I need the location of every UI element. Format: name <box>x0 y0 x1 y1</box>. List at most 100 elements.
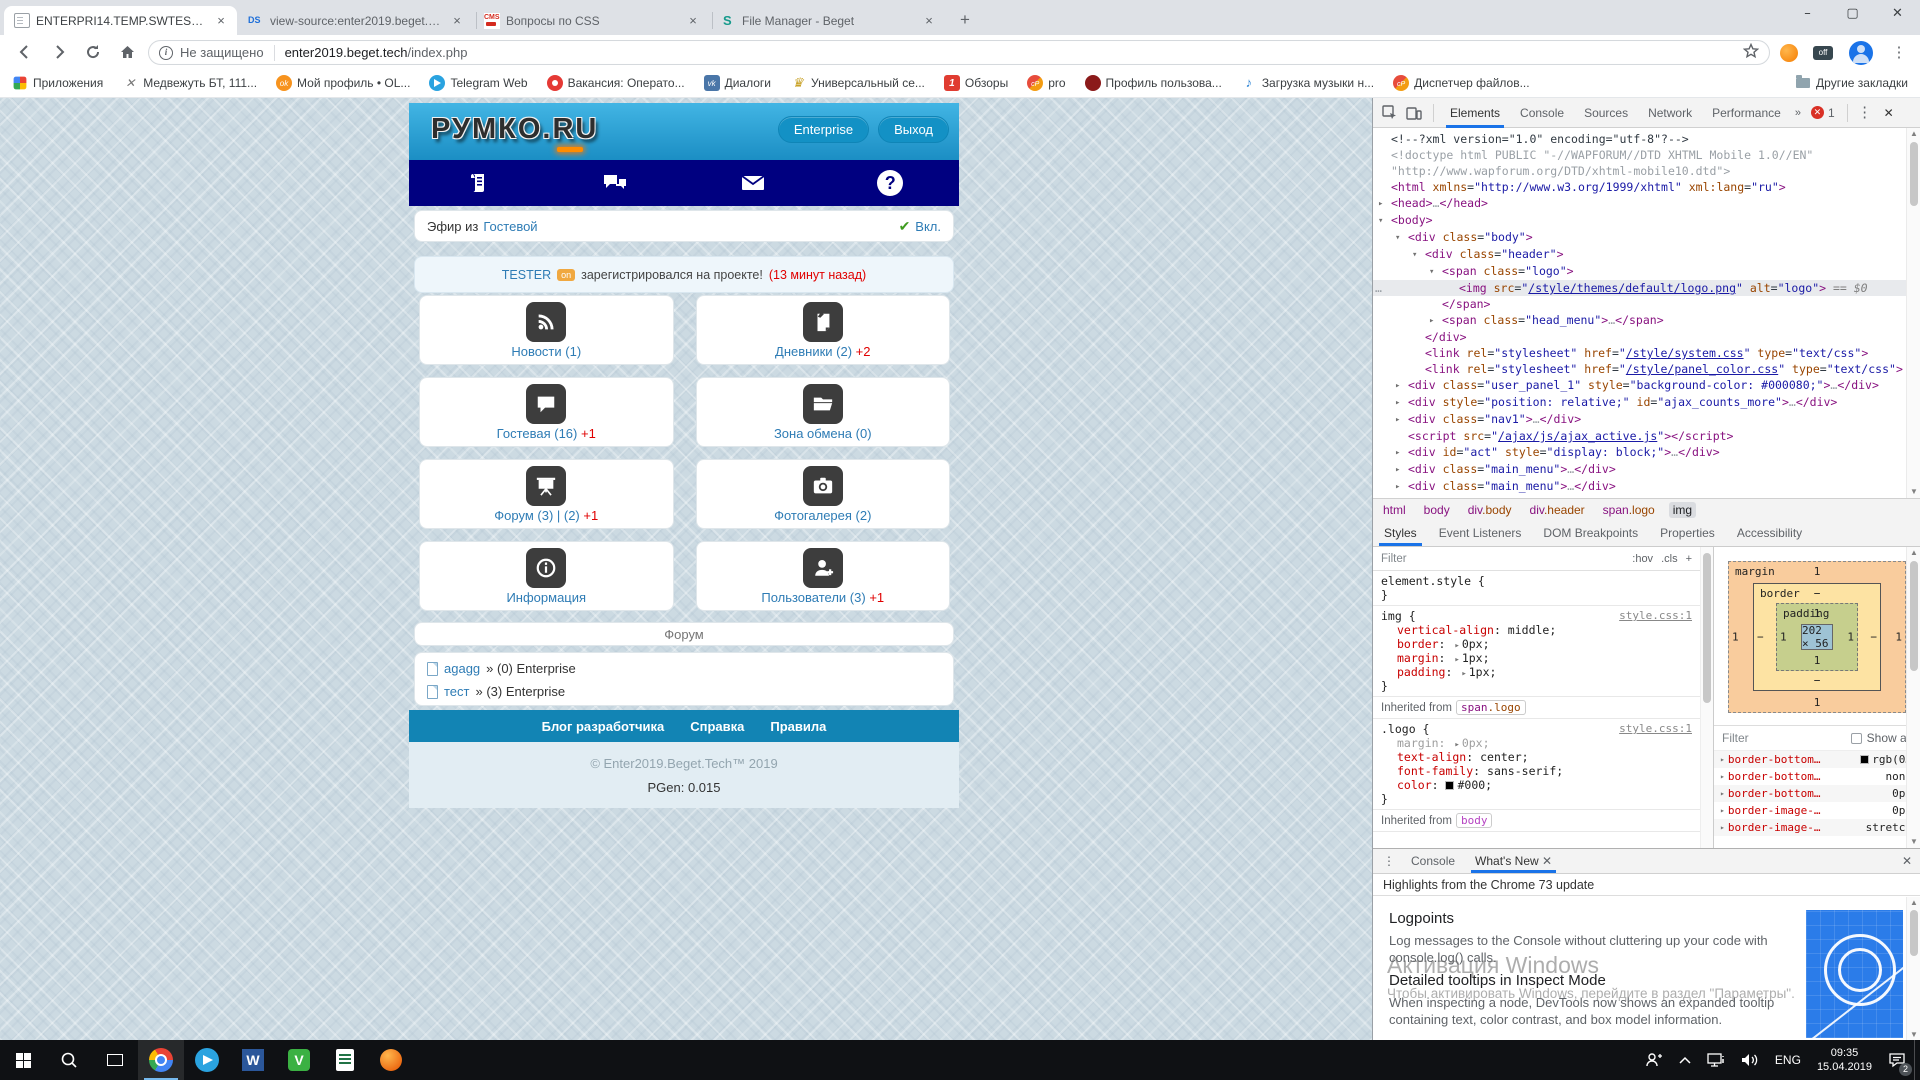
devtools-tab-sources[interactable]: Sources <box>1574 98 1638 128</box>
breadcrumb-item[interactable]: img <box>1669 502 1696 518</box>
css-rule[interactable]: img {style.css:1vertical-align: middle;b… <box>1373 606 1700 697</box>
devtools-tab-console[interactable]: Console <box>1510 98 1574 128</box>
taskbar-chrome-icon[interactable] <box>138 1040 184 1080</box>
bookmark-star-icon[interactable] <box>1743 43 1759 62</box>
topic-link[interactable]: тест <box>444 684 470 699</box>
bookmark-item[interactable]: Мой профиль • OL... <box>276 75 410 91</box>
dom-node-line[interactable]: <link rel="stylesheet" href="/style/pane… <box>1373 361 1906 377</box>
breadcrumb-item[interactable]: span.logo <box>1599 502 1659 518</box>
computed-property-row[interactable]: ▸border-bottom…none <box>1714 768 1920 785</box>
language-indicator[interactable]: ENG <box>1767 1040 1809 1080</box>
css-rules[interactable]: Filter :hov .cls + element.style {}img {… <box>1373 547 1700 848</box>
drawer-tab-console[interactable]: Console <box>1401 849 1465 873</box>
styles-tab-properties[interactable]: Properties <box>1649 520 1726 546</box>
drawer-menu-icon[interactable]: ⋮ <box>1377 849 1401 873</box>
computed-scrollbar[interactable]: ▲ ▼ <box>1906 547 1920 848</box>
class-toggle[interactable]: .cls <box>1661 553 1678 565</box>
dom-node-line[interactable]: "http://www.wapforum.org/DTD/xhtml-mobil… <box>1373 163 1906 179</box>
bookmark-item[interactable]: Диспетчер файлов... <box>1393 75 1529 91</box>
breadcrumb-item[interactable]: div.body <box>1464 502 1516 518</box>
taskbar-green-app-icon[interactable]: V <box>276 1040 322 1080</box>
styles-tab-event-listeners[interactable]: Event Listeners <box>1428 520 1533 546</box>
browser-tab-3[interactable]: Вопросы по CSS × <box>476 6 709 35</box>
section-tile-folder[interactable]: Зона обмена (0) <box>696 377 951 447</box>
breadcrumb-item[interactable]: html <box>1379 502 1410 518</box>
bookmark-item[interactable]: Универсальный се... <box>790 75 925 91</box>
dom-node-line[interactable]: ▸<span class="head_menu">…</span> <box>1373 312 1906 329</box>
other-bookmarks[interactable]: Другие закладки <box>1796 76 1908 90</box>
tab-close-icon[interactable]: × <box>685 13 701 29</box>
computed-property-row[interactable]: ▸border-image-…stretch <box>1714 819 1920 836</box>
dom-node-line[interactable]: <html xmlns="http://www.w3.org/1999/xhtm… <box>1373 179 1906 195</box>
stylesheet-link[interactable]: style.css:1 <box>1619 722 1692 736</box>
volume-tray-icon[interactable] <box>1733 1040 1767 1080</box>
forward-icon[interactable] <box>46 39 72 65</box>
maximize-button[interactable]: ▢ <box>1830 0 1875 30</box>
bookmark-item[interactable]: Медвежуть БТ, 111... <box>122 75 257 91</box>
inspect-icon[interactable] <box>1379 103 1401 123</box>
computed-filter-input[interactable]: Filter <box>1722 731 1749 745</box>
devtools-tab-elements[interactable]: Elements <box>1440 98 1510 128</box>
mail-nav-icon[interactable] <box>684 160 822 206</box>
show-all-checkbox[interactable]: Show all <box>1851 731 1912 745</box>
breadcrumb-item[interactable]: div.header <box>1526 502 1589 518</box>
taskbar-sheet-app-icon[interactable] <box>322 1040 368 1080</box>
dom-node-line[interactable]: ▸<div class="main_menu">…</div> <box>1373 461 1906 478</box>
action-center-icon[interactable]: 2 <box>1880 1040 1914 1080</box>
section-tile-journal[interactable]: Дневники (2) +2 <box>696 295 951 365</box>
breadcrumb-item[interactable]: body <box>1420 502 1454 518</box>
section-tile-camera[interactable]: Фотогалерея (2) <box>696 459 951 529</box>
drawer-tab-whats-new[interactable]: What's New ✕ <box>1465 849 1562 873</box>
network-tray-icon[interactable] <box>1699 1040 1733 1080</box>
hover-toggle[interactable]: :hov <box>1632 553 1653 565</box>
section-tile-board[interactable]: Форум (3) | (2) +1 <box>419 459 674 529</box>
new-tab-button[interactable]: + <box>952 8 978 34</box>
styles-tab-styles[interactable]: Styles <box>1373 520 1428 546</box>
extension-orange-icon[interactable] <box>1776 40 1802 66</box>
profile-avatar[interactable] <box>1848 40 1874 66</box>
dom-node-line[interactable]: ▸<div style="position: relative;" id="aj… <box>1373 394 1906 411</box>
computed-property-row[interactable]: ▸border-bottom…0px <box>1714 785 1920 802</box>
drawer-scrollbar[interactable]: ▲ ▼ <box>1906 897 1920 1041</box>
dom-node-line[interactable]: <!doctype html PUBLIC "-//WAPFORUM//DTD … <box>1373 147 1906 163</box>
bookmark-item[interactable]: Загрузка музыки н... <box>1241 75 1374 91</box>
taskbar-word-icon[interactable]: W <box>230 1040 276 1080</box>
browser-tab-4[interactable]: File Manager - Beget × <box>712 6 945 35</box>
tab-close-icon[interactable]: × <box>921 13 937 29</box>
whats-new-content[interactable]: LogpointsLog messages to the Console wit… <box>1373 896 1920 1040</box>
guestbook-link[interactable]: Гостевой <box>483 219 537 234</box>
bookmark-item[interactable]: pro <box>1027 75 1065 91</box>
devtools-close-icon[interactable]: ✕ <box>1878 103 1900 123</box>
bookmark-item[interactable]: Вакансия: Операто... <box>547 75 685 91</box>
hidden-icons-caret[interactable] <box>1671 1040 1699 1080</box>
taskbar-telegram-icon[interactable] <box>184 1040 230 1080</box>
dom-node-line[interactable]: ▸<div id="act" style="display: block;">…… <box>1373 444 1906 461</box>
minimize-button[interactable]: – <box>1785 0 1830 30</box>
task-view-icon[interactable] <box>92 1040 138 1080</box>
computed-property-row[interactable]: ▸border-bottom…rgb(0… <box>1714 751 1920 768</box>
computed-property-row[interactable]: ▸border-image-…0px <box>1714 802 1920 819</box>
show-desktop-strip[interactable] <box>1914 1040 1920 1080</box>
dom-node-line[interactable]: ▸<div class="user_panel_1" style="backgr… <box>1373 377 1906 394</box>
address-bar[interactable]: i Не защищено enter2019.beget.tech /inde… <box>148 40 1770 65</box>
bookmark-item[interactable]: Telegram Web <box>429 75 527 91</box>
styles-tab-accessibility[interactable]: Accessibility <box>1726 520 1813 546</box>
user-link[interactable]: TESTER <box>502 268 551 282</box>
dom-node-line[interactable]: …<img src="/style/themes/default/logo.pn… <box>1373 280 1906 296</box>
menu-kebab-icon[interactable]: ⋮ <box>1886 40 1912 66</box>
topic-link[interactable]: agagg <box>444 661 480 676</box>
devtools-menu-icon[interactable]: ⋮ <box>1854 103 1876 123</box>
bookmark-item[interactable]: Обзоры <box>944 75 1008 91</box>
elements-tree[interactable]: <!--?xml version="1.0" encoding="utf-8"?… <box>1373 128 1906 498</box>
elements-scrollbar[interactable]: ▲ ▼ <box>1906 128 1920 498</box>
stylesheet-link[interactable]: style.css:1 <box>1619 609 1692 623</box>
dom-node-line[interactable]: <script src="/ajax/js/ajax_active.js"></… <box>1373 428 1906 444</box>
dom-node-line[interactable]: ▸<div class="main_menu">…</div> <box>1373 478 1906 495</box>
people-tray-icon[interactable] <box>1637 1040 1671 1080</box>
drawer-close-icon[interactable]: ✕ <box>1894 849 1920 873</box>
css-rule[interactable]: .logo {style.css:1margin: ▸0px;text-alig… <box>1373 719 1700 810</box>
close-tab-icon[interactable]: ✕ <box>1542 854 1552 868</box>
dom-node-line[interactable]: ▸<head>…</head> <box>1373 195 1906 212</box>
close-button[interactable]: ✕ <box>1875 0 1920 30</box>
tab-close-icon[interactable]: × <box>449 13 465 29</box>
